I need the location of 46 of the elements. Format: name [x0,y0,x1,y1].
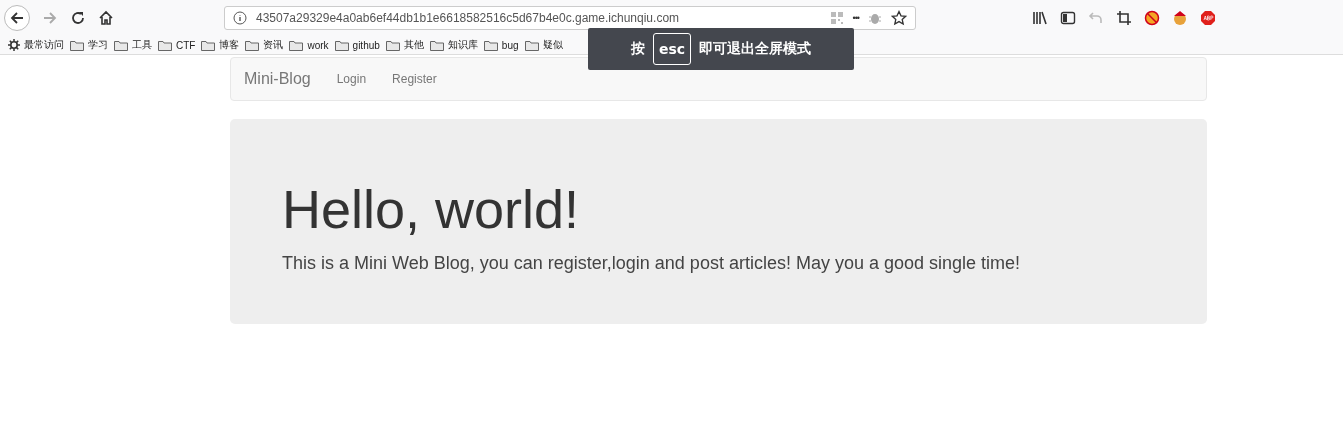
folder-icon [524,39,539,51]
esc-key: esc [652,33,692,65]
bookmark-item[interactable]: 资讯 [245,38,284,52]
nav-link[interactable]: Login [336,72,367,86]
bookmark-item[interactable]: 博客 [201,38,240,52]
crop-icon[interactable] [1116,10,1132,26]
bookmark-item[interactable]: 学习 [70,38,108,52]
nav-link[interactable]: Register [392,72,437,86]
more-button[interactable]: ••• [852,13,859,23]
back-button[interactable] [4,5,30,31]
folder-icon [158,39,172,51]
bookmark-item[interactable]: github [334,39,380,51]
bookmark-item[interactable]: 知识库 [429,38,478,52]
info-icon[interactable] [233,11,247,25]
adblock-icon[interactable] [1200,10,1216,26]
bookmark-item[interactable]: 最常访问 [8,38,64,52]
sidebar-icon[interactable] [1060,10,1076,26]
folder-icon [385,39,400,51]
bookmark-item[interactable]: 其他 [385,38,424,52]
notice-text: 按 [630,40,645,58]
bookmark-item[interactable]: 工具 [114,38,152,52]
back-arrow-icon [9,10,25,26]
folder-icon [334,39,349,51]
address-bar[interactable]: 43507a29329e4a0ab6ef44db1b1e6618582516c5d67b4e0c.game.ichunqiu.com ••• [224,6,916,30]
blocked-icon[interactable] [1144,10,1160,26]
heading: Hello, world! [282,178,581,241]
reload-icon[interactable] [70,10,86,26]
extension-icon[interactable] [1172,10,1188,26]
bookmark-item[interactable]: CTF [158,39,196,51]
home-icon[interactable] [98,10,114,26]
intro-text: This is a Mini Web Blog, you can register,login and post articles! May you a good single time! [282,253,1022,274]
folder-icon [70,39,84,51]
folder-icon [114,39,128,51]
brand-link[interactable]: Mini-Blog [244,70,311,88]
bookmark-item[interactable]: bug [483,39,519,51]
star-icon[interactable] [891,10,907,26]
folder-icon [201,39,216,51]
folder-icon [483,39,498,51]
folder-icon [245,39,260,51]
gear-icon [8,39,20,51]
folder-icon [429,39,444,51]
folder-icon [289,39,304,51]
notice-text: 即可退出全屏模式 [699,40,812,58]
bookmark-item[interactable]: 疑似 [524,38,563,52]
bookmark-item[interactable]: work [289,39,329,51]
library-icon[interactable] [1032,10,1048,26]
